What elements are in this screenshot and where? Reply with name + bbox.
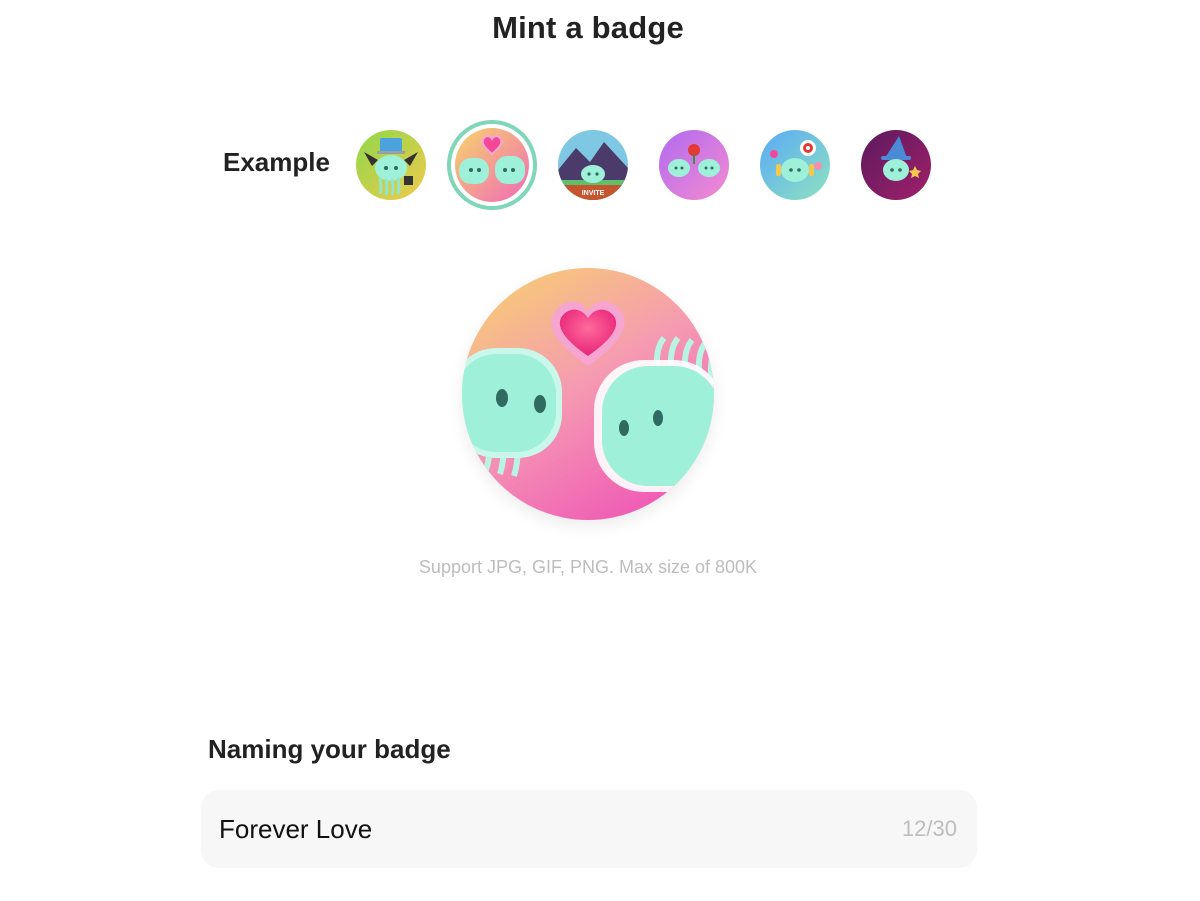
example-badge-computer[interactable] [356, 130, 426, 200]
example-badges-row: Example INVITE [0, 0, 1200, 240]
example-badge-wizard[interactable] [861, 130, 931, 200]
badge-name-input[interactable] [219, 790, 859, 868]
example-label: Example [223, 147, 330, 177]
example-badge-flower[interactable] [659, 130, 729, 200]
badge-preview-image[interactable] [462, 268, 714, 520]
example-badge-love-selected[interactable] [447, 120, 537, 210]
invite-text: INVITE [582, 190, 605, 197]
character-counter: 12/30 [901, 816, 957, 841]
file-support-hint: Support JPG, GIF, PNG. Max size of 800K [418, 557, 758, 577]
example-badge-target[interactable] [760, 130, 830, 200]
badge-name-field[interactable]: 12/30 [201, 790, 977, 868]
example-badge-invite[interactable]: INVITE [558, 130, 628, 200]
naming-heading: Naming your badge [208, 734, 451, 764]
